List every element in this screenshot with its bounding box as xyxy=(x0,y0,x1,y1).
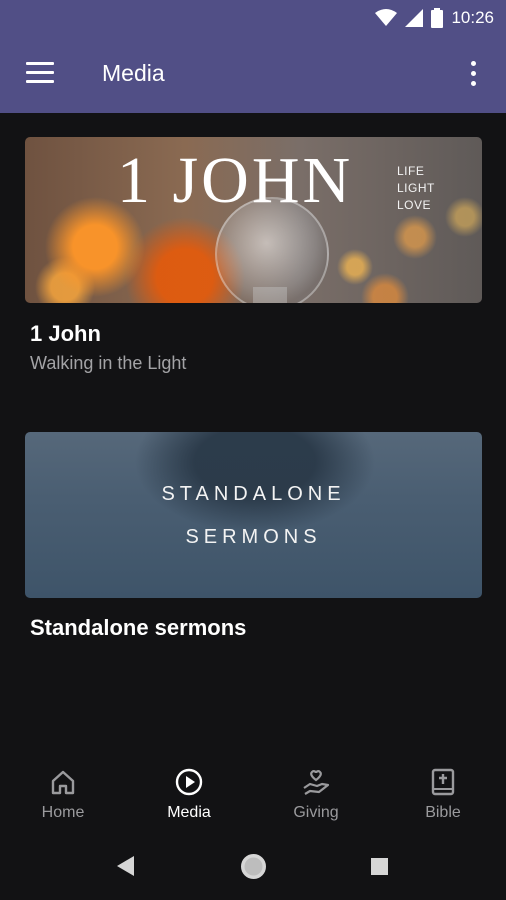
menu-icon[interactable] xyxy=(26,62,54,84)
home-icon xyxy=(51,770,75,795)
bottom-navigation: Home Media Giving Bible xyxy=(0,748,506,838)
nav-label: Giving xyxy=(293,804,339,821)
status-bar: 10:26 xyxy=(0,0,506,36)
thumbnail-line: SERMONS xyxy=(185,526,322,548)
nav-item-bible[interactable]: Bible xyxy=(380,748,506,838)
nav-label: Bible xyxy=(425,804,461,821)
thumbnail-line: STANDALONE xyxy=(161,483,346,505)
side-line: LIFE xyxy=(397,164,425,178)
recents-icon[interactable] xyxy=(371,858,388,875)
system-navigation-bar xyxy=(0,838,506,900)
series-subtitle: Walking in the Light xyxy=(30,353,187,373)
page-title: Media xyxy=(102,60,165,86)
series-title[interactable]: Standalone sermons xyxy=(30,615,246,641)
series-card-1-john[interactable]: 1 JOHN LIFE LIGHT LOVE 1 John Walking in… xyxy=(25,137,482,373)
play-circle-icon xyxy=(175,768,203,796)
status-time: 10:26 xyxy=(451,8,494,27)
more-options-icon[interactable] xyxy=(464,61,484,87)
lightbulb-base xyxy=(253,287,287,303)
back-icon[interactable] xyxy=(117,856,135,876)
side-line: LOVE xyxy=(397,198,432,212)
home-button-icon[interactable] xyxy=(240,853,267,880)
series-thumbnail[interactable]: STANDALONE SERMONS xyxy=(25,432,482,598)
nav-item-media[interactable]: Media xyxy=(126,748,252,838)
thumbnail-side-text: LIFE LIGHT LOVE xyxy=(397,163,435,214)
nav-label: Home xyxy=(41,804,85,821)
bible-icon xyxy=(431,768,455,796)
series-card-standalone[interactable]: STANDALONE SERMONS Standalone sermons xyxy=(25,432,482,640)
wifi-icon xyxy=(375,9,398,26)
giving-hand-heart-icon xyxy=(303,770,330,795)
nav-item-giving[interactable]: Giving xyxy=(253,748,379,838)
nav-label: Media xyxy=(167,804,211,821)
app-bar: Media xyxy=(0,36,506,113)
series-title[interactable]: 1 John xyxy=(30,321,101,347)
nav-item-home[interactable]: Home xyxy=(0,748,126,838)
thumbnail-title: 1 JOHN xyxy=(117,144,354,217)
series-thumbnail[interactable]: 1 JOHN LIFE LIGHT LOVE xyxy=(25,137,482,303)
cell-signal-icon xyxy=(405,9,424,27)
side-line: LIGHT xyxy=(397,181,435,195)
status-icons: 10:26 xyxy=(375,0,494,36)
battery-icon xyxy=(431,8,444,28)
